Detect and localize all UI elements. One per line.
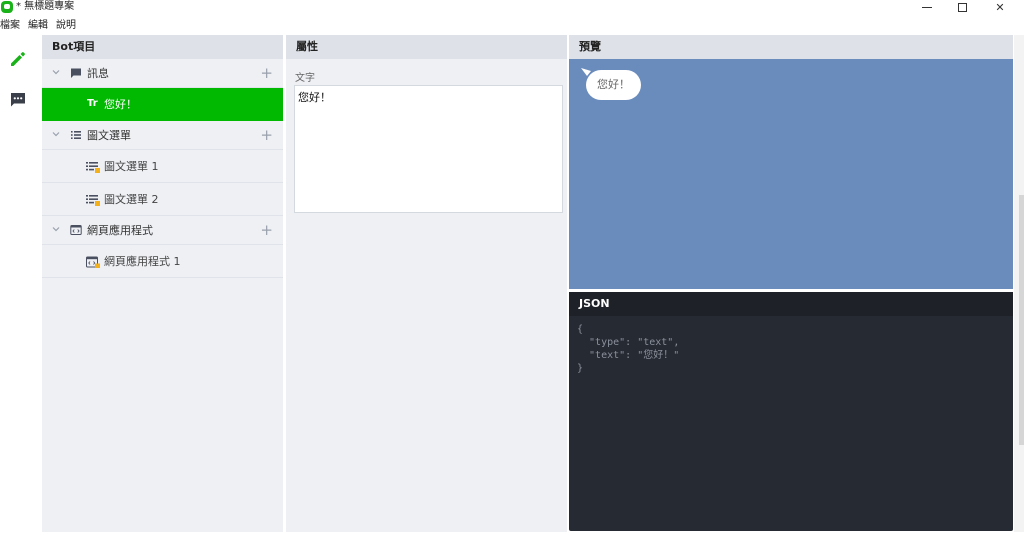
- side-rail: [0, 35, 40, 532]
- text-field-label: 文字: [295, 73, 315, 84]
- group-messages[interactable]: 訊息 +: [42, 59, 283, 88]
- item-label: 圖文選單 2: [104, 193, 159, 206]
- json-header: JSON: [569, 292, 1013, 316]
- pencil-icon[interactable]: [9, 50, 27, 68]
- item-label: 網頁應用程式 1: [104, 255, 181, 268]
- json-panel: JSON { "type": "text", "text": "您好！"}: [569, 292, 1013, 531]
- list-item-rich-menu-2[interactable]: 圖文選單 2: [42, 183, 283, 216]
- close-icon: ✕: [995, 0, 1005, 14]
- maximize-icon: [957, 2, 967, 12]
- add-web-app-button[interactable]: +: [260, 216, 273, 244]
- list-item-message-hello[interactable]: Tr 您好！: [42, 88, 283, 121]
- json-line: "text": "您好！": [577, 350, 680, 361]
- text-icon: Tr: [87, 98, 98, 109]
- properties-header: 屬性: [286, 35, 567, 59]
- rich-menu-icon: [86, 162, 100, 173]
- window-title: * 無標題專案: [16, 1, 75, 12]
- menu-help[interactable]: 說明: [56, 17, 79, 34]
- list-item-web-app-1[interactable]: 網頁應用程式 1: [42, 245, 283, 278]
- properties-panel: 屬性 文字 您好！: [286, 35, 567, 532]
- list-item-rich-menu-1[interactable]: 圖文選單 1: [42, 150, 283, 183]
- minimize-icon: [922, 6, 932, 8]
- bottom-margin: [0, 532, 1024, 542]
- group-label: 圖文選單: [87, 129, 131, 142]
- preview-header: 預覽: [569, 35, 1013, 59]
- group-rich-menus[interactable]: 圖文選單 +: [42, 121, 283, 150]
- item-label: 圖文選單 1: [104, 160, 159, 173]
- bot-panel-header: Bot項目: [42, 35, 283, 59]
- chevron-down-icon[interactable]: [52, 130, 60, 138]
- group-label: 訊息: [87, 67, 109, 80]
- webapp-item-icon: [86, 256, 100, 268]
- chat-icon[interactable]: [9, 91, 27, 109]
- maximize-button[interactable]: [944, 0, 980, 14]
- menu-file[interactable]: 檔案: [0, 17, 23, 34]
- minimize-button[interactable]: [909, 0, 945, 14]
- menu-bar: 檔案 編輯 說明: [0, 17, 1024, 34]
- add-rich-menu-button[interactable]: +: [260, 121, 273, 149]
- preview-panel: 預覽 您好！: [569, 35, 1013, 289]
- webapp-icon: [70, 225, 82, 235]
- chevron-down-icon[interactable]: [52, 225, 60, 233]
- title-bar: * 無標題專案 ✕: [0, 0, 1024, 17]
- json-line: "type": "text",: [577, 337, 680, 348]
- scrollbar-thumb[interactable]: [1019, 195, 1024, 445]
- chevron-down-icon[interactable]: [52, 68, 60, 76]
- item-label: 您好！: [104, 98, 137, 111]
- json-code: { "type": "text", "text": "您好！"}: [569, 316, 1013, 382]
- json-line: {: [577, 324, 584, 335]
- close-button[interactable]: ✕: [982, 0, 1018, 14]
- app-logo-icon: [1, 1, 13, 13]
- group-web-apps[interactable]: 網頁應用程式 +: [42, 216, 283, 245]
- message-icon: [71, 68, 81, 78]
- rich-menu-icon: [86, 195, 100, 206]
- list-icon: [71, 131, 81, 139]
- group-label: 網頁應用程式: [87, 224, 153, 237]
- bot-items-panel: Bot項目 訊息 + Tr 您好！ 圖文選單 + 圖文選單 1 圖文選單 2 網…: [42, 35, 283, 532]
- text-field[interactable]: 您好！: [294, 85, 563, 213]
- menu-edit[interactable]: 編輯: [28, 17, 51, 34]
- add-message-button[interactable]: +: [260, 59, 273, 87]
- json-line: }: [577, 363, 584, 374]
- chat-bubble: 您好！: [586, 70, 641, 100]
